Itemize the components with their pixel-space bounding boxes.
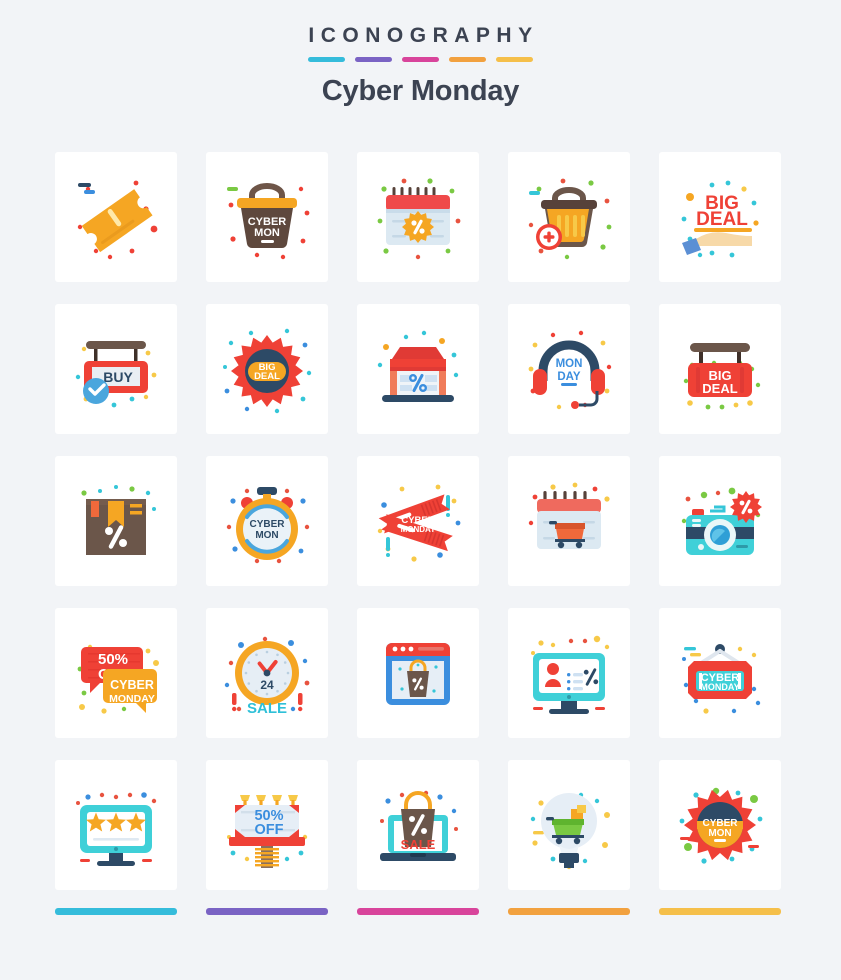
accent-dash-2 (355, 57, 392, 62)
icon-card-cart-calendar[interactable] (508, 456, 630, 586)
buy-signboard-icon: BUY (66, 319, 166, 419)
svg-text:DEAL: DEAL (696, 209, 748, 230)
icon-card-buy-signboard[interactable]: BUY (55, 304, 177, 434)
icon-card-fifty-off-billboard[interactable]: 50% OFF (206, 760, 328, 890)
icon-grid: CYBER MON BIG DEAL BUY BIG DEAL MON DAY … (55, 152, 781, 890)
coupon-tag-icon (66, 167, 166, 267)
svg-text:CYBER: CYBER (249, 519, 285, 530)
icon-card-big-deal-hand[interactable]: BIG DEAL (659, 152, 781, 282)
kicker-text: ICONOGRAPHY (308, 24, 539, 47)
svg-text:MON: MON (708, 828, 731, 839)
svg-text:SALE: SALE (401, 837, 436, 852)
svg-text:MONDAY: MONDAY (700, 682, 739, 692)
icon-card-big-deal-badge[interactable]: BIG DEAL (206, 304, 328, 434)
cyber-mon-badge-icon: CYBER MON (670, 775, 770, 875)
big-deal-hanging-sign-icon: BIG DEAL (670, 319, 770, 419)
title-bold: Cyber (321, 75, 403, 107)
icon-card-idea-cart-bulb[interactable] (508, 760, 630, 890)
accent-dash-4 (449, 57, 486, 62)
footer-bar-3 (357, 908, 479, 915)
svg-text:MON: MON (255, 530, 278, 541)
page-title: Cyber Monday (0, 75, 841, 108)
icon-card-add-to-basket[interactable] (508, 152, 630, 282)
icon-card-monday-headset[interactable]: MON DAY (508, 304, 630, 434)
footer-bar-1 (55, 908, 177, 915)
page-header: ICONOGRAPHY Cyber Monday (0, 0, 841, 108)
icon-card-shopping-browser[interactable] (357, 608, 479, 738)
monday-headset-icon: MON DAY (519, 319, 619, 419)
svg-text:BUY: BUY (103, 369, 133, 385)
icon-card-cyber-mon-badge[interactable]: CYBER MON (659, 760, 781, 890)
cyber-mon-basket-icon: CYBER MON (217, 167, 317, 267)
svg-text:MON: MON (254, 227, 280, 239)
svg-text:24: 24 (260, 678, 274, 692)
shopping-browser-icon (368, 623, 468, 723)
icon-card-cyber-monday-tickets[interactable]: CYBER MONDAY (357, 456, 479, 586)
add-to-basket-icon (519, 167, 619, 267)
idea-cart-bulb-icon (519, 775, 619, 875)
svg-text:CYBER: CYBER (110, 678, 154, 692)
icon-card-monitor-profile-discount[interactable] (508, 608, 630, 738)
footer-bar-5 (659, 908, 781, 915)
icon-card-discount-package[interactable] (55, 456, 177, 586)
svg-text:OFF: OFF (255, 822, 284, 838)
sale-clock-icon: 24 SALE (217, 623, 317, 723)
laptop-sale-bag-icon: SALE (368, 775, 468, 875)
icon-card-discount-calendar[interactable] (357, 152, 479, 282)
icon-card-cyber-mon-stopwatch[interactable]: CYBER MON (206, 456, 328, 586)
online-shop-discount-icon (368, 319, 468, 419)
accent-dash-3 (402, 57, 439, 62)
svg-text:DEAL: DEAL (254, 371, 280, 382)
svg-text:SALE: SALE (247, 700, 287, 717)
svg-text:MONDAY: MONDAY (401, 525, 436, 534)
icon-card-online-shop-discount[interactable] (357, 304, 479, 434)
svg-text:MONDAY: MONDAY (109, 693, 155, 705)
icon-card-coupon-tag[interactable] (55, 152, 177, 282)
discount-package-icon (66, 471, 166, 571)
footer-bar-2 (206, 908, 328, 915)
icon-card-rating-monitor[interactable] (55, 760, 177, 890)
footer-bars (55, 908, 781, 915)
svg-text:DAY: DAY (557, 371, 581, 383)
cyber-mon-stopwatch-icon: CYBER MON (217, 471, 317, 571)
accent-dash-1 (308, 57, 345, 62)
title-regular: Monday (410, 75, 520, 107)
big-deal-hand-icon: BIG DEAL (670, 167, 770, 267)
svg-text:DEAL: DEAL (702, 381, 737, 396)
icon-card-cyber-monday-hanging-sign[interactable]: CYBER MONDAY (659, 608, 781, 738)
accent-dashes (0, 57, 841, 62)
accent-dash-5 (496, 57, 533, 62)
icon-card-cyber-mon-basket[interactable]: CYBER MON (206, 152, 328, 282)
icon-card-fifty-off-chat[interactable]: 50% OFF CYBER MONDAY (55, 608, 177, 738)
camera-discount-icon (670, 471, 770, 571)
monitor-profile-discount-icon (519, 623, 619, 723)
icon-card-sale-clock[interactable]: 24 SALE (206, 608, 328, 738)
big-deal-badge-icon: BIG DEAL (217, 319, 317, 419)
svg-text:MON: MON (556, 358, 583, 370)
icon-card-big-deal-hanging-sign[interactable]: BIG DEAL (659, 304, 781, 434)
icon-card-laptop-sale-bag[interactable]: SALE (357, 760, 479, 890)
icon-card-camera-discount[interactable] (659, 456, 781, 586)
cyber-monday-tickets-icon: CYBER MONDAY (368, 471, 468, 571)
fifty-off-chat-icon: 50% OFF CYBER MONDAY (66, 623, 166, 723)
cyber-monday-hanging-sign-icon: CYBER MONDAY (670, 623, 770, 723)
cart-calendar-icon (519, 471, 619, 571)
discount-calendar-icon (368, 167, 468, 267)
rating-monitor-icon (66, 775, 166, 875)
fifty-off-billboard-icon: 50% OFF (217, 775, 317, 875)
footer-bar-4 (508, 908, 630, 915)
